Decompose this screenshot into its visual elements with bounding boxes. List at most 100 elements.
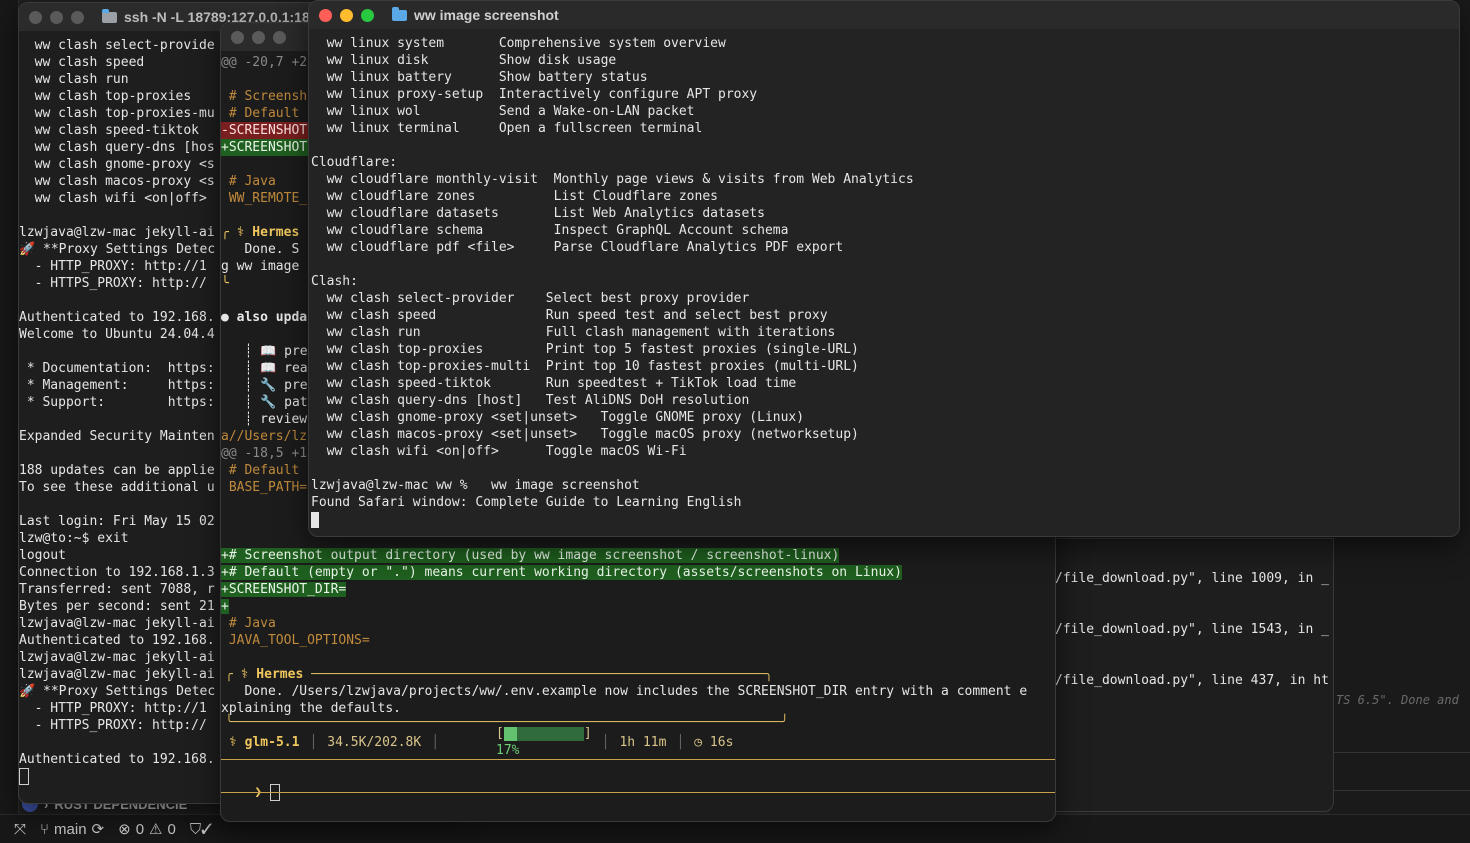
- close-button[interactable]: [231, 30, 244, 44]
- folder-icon: [392, 6, 407, 21]
- close-button[interactable]: [29, 10, 42, 24]
- terminal-line: WW_REMOTE_: [221, 191, 308, 206]
- context-progress-bar: [503, 726, 584, 741]
- terminal-line: ww clash macos-proxy <set|unset> Toggle …: [311, 427, 859, 442]
- terminal-line: ww cloudflare schema Inspect GraphQL Acc…: [311, 223, 789, 238]
- terminal-line: ww clash query-dns [host] Test AliDNS Do…: [311, 393, 750, 408]
- terminal-line: ┊ 📖 read: [221, 361, 311, 376]
- zoom-button[interactable]: [361, 8, 374, 22]
- terminal-line: +: [221, 598, 1055, 615]
- hermes-done-line: Done. /Users/lzwjava/projects/ww/.env.ex…: [221, 684, 1028, 699]
- terminal-line: ● also upda: [221, 310, 308, 325]
- terminal-line: ┊ review: [221, 412, 308, 427]
- terminal-line: ┊ 🔧 patc: [221, 395, 311, 410]
- folder-icon: [102, 8, 117, 23]
- terminal-line: +SCREENSHOT: [221, 139, 311, 156]
- minimize-button[interactable]: [50, 10, 63, 24]
- separator: │: [601, 734, 610, 750]
- terminal-line: ww clash top-proxies-multi Print top 10 …: [311, 359, 859, 374]
- diff-text: +SCREENSHOT_DIR=: [221, 582, 347, 597]
- context-progress: [] 17%: [449, 708, 592, 776]
- timer: ◷ 16s: [694, 734, 734, 750]
- close-button[interactable]: [319, 8, 332, 22]
- token-usage: 34.5K/202.8K: [327, 734, 422, 750]
- front-terminal-output[interactable]: ww linux system Comprehensive system ove…: [309, 29, 1459, 528]
- terminal-line: ww clash select-provider Select best pro…: [311, 291, 750, 306]
- terminal-line: /file_download.py", line 1543, in _: [1055, 622, 1329, 637]
- problems-indicator[interactable]: ⊗ 0 ⚠ 0: [118, 820, 176, 839]
- branch-name: main: [54, 820, 87, 838]
- separator: │: [309, 734, 318, 750]
- front-terminal-window[interactable]: ww image screenshot ww linux system Comp…: [308, 0, 1460, 537]
- shield-check-icon[interactable]: ⛉✓: [190, 821, 213, 838]
- separator: │: [431, 734, 440, 750]
- diff-text: JAVA_TOOL_OPTIONS=: [221, 633, 370, 648]
- minimize-button[interactable]: [340, 8, 353, 22]
- progress-bracket-close: ]: [583, 726, 592, 741]
- panel-divider: [1330, 790, 1470, 791]
- terminal-line: +# Default (empty or ".") means current …: [221, 564, 1055, 581]
- elapsed-time: 1h 11m: [619, 734, 667, 750]
- terminal-line: Clash:: [311, 274, 358, 289]
- terminal-line: lzwjava@lzw-mac ww % ww image screenshot: [311, 478, 640, 493]
- error-count: 0: [135, 820, 145, 838]
- diff-text: +: [221, 599, 229, 614]
- terminal-line: ┊ 📖 prep: [221, 344, 311, 359]
- terminal-line: @@ -18,5 +1: [221, 446, 308, 461]
- terminal-line: a//Users/lz: [221, 429, 308, 444]
- separator: │: [676, 734, 685, 750]
- hermes-diff-output: +# Screenshot output directory (used by …: [221, 547, 1055, 649]
- terminal-line: Cloudflare:: [311, 155, 398, 170]
- panel-divider: [1330, 752, 1470, 753]
- terminal-line: # Default: [221, 106, 300, 121]
- diff-text: +# Default (empty or ".") means current …: [221, 565, 902, 580]
- terminal-line: ww linux wol Send a Wake-on-LAN packet: [311, 104, 695, 119]
- progress-bracket-open: [: [496, 726, 504, 741]
- text-cursor: [19, 768, 29, 785]
- branch-indicator[interactable]: ⑂ main ⟳: [40, 820, 105, 839]
- diff-text: # Java: [221, 616, 276, 631]
- terminal-line: # Java: [221, 174, 276, 189]
- prompt-divider-bottom: [221, 792, 1055, 793]
- terminal-line: -SCREENSHOT: [221, 122, 311, 139]
- terminal-line: ww clash speed-tiktok Run speedtest + Ti…: [311, 376, 797, 391]
- terminal-line: ww clash run Full clash management with …: [311, 325, 836, 340]
- hermes-status-line: ⚕ glm-5.1 │ 34.5K/202.8K │ [] 17% │ 1h 1…: [229, 726, 734, 758]
- minimize-button[interactable]: [252, 30, 265, 44]
- zoom-button[interactable]: [273, 30, 286, 44]
- front-window-title: ww image screenshot: [392, 6, 559, 23]
- remote-icon[interactable]: ⤧: [14, 821, 26, 838]
- terminal-line: ww cloudflare zones List Cloudflare zone…: [311, 189, 718, 204]
- zoom-button[interactable]: [71, 10, 84, 24]
- text-cursor: [311, 511, 319, 528]
- terminal-line: BASE_PATH=: [221, 480, 308, 495]
- front-titlebar: ww image screenshot: [309, 1, 1459, 29]
- front-title-text: ww image screenshot: [414, 7, 559, 23]
- context-percent: 17%: [496, 743, 520, 758]
- front-cursor-line: [311, 511, 1457, 528]
- hermes-box-title: ⚕ Hermes: [240, 667, 304, 682]
- git-branch-icon: ⑂: [40, 820, 50, 838]
- context-progress-fill: [503, 726, 518, 741]
- terminal-line: ┊ 🔧 prep: [221, 378, 311, 393]
- terminal-line: ww linux proxy-setup Interactively confi…: [311, 87, 758, 102]
- log-output: /file_download.py", line 1009, in _ /file…: [1055, 539, 1333, 689]
- terminal-line: @@ -20,7 +2: [221, 55, 308, 70]
- terminal-line: +SCREENSHOT_DIR=: [221, 581, 1055, 598]
- model-name: ⚕ glm-5.1: [229, 734, 300, 750]
- terminal-line: ww clash speed Run speed test and select…: [311, 308, 828, 323]
- sync-icon[interactable]: ⟳: [92, 820, 105, 838]
- terminal-line: ww cloudflare datasets List Web Analytic…: [311, 206, 765, 221]
- terminal-line: ww linux system Comprehensive system ove…: [311, 36, 726, 51]
- terminal-line: JAVA_TOOL_OPTIONS=: [221, 632, 1055, 649]
- diff-text: +# Screenshot output directory (used by …: [221, 548, 840, 563]
- log-terminal-window[interactable]: /file_download.py", line 1009, in _ /file…: [1055, 538, 1334, 812]
- editor-hint-text: TS 6.5". Done and: [1336, 693, 1459, 707]
